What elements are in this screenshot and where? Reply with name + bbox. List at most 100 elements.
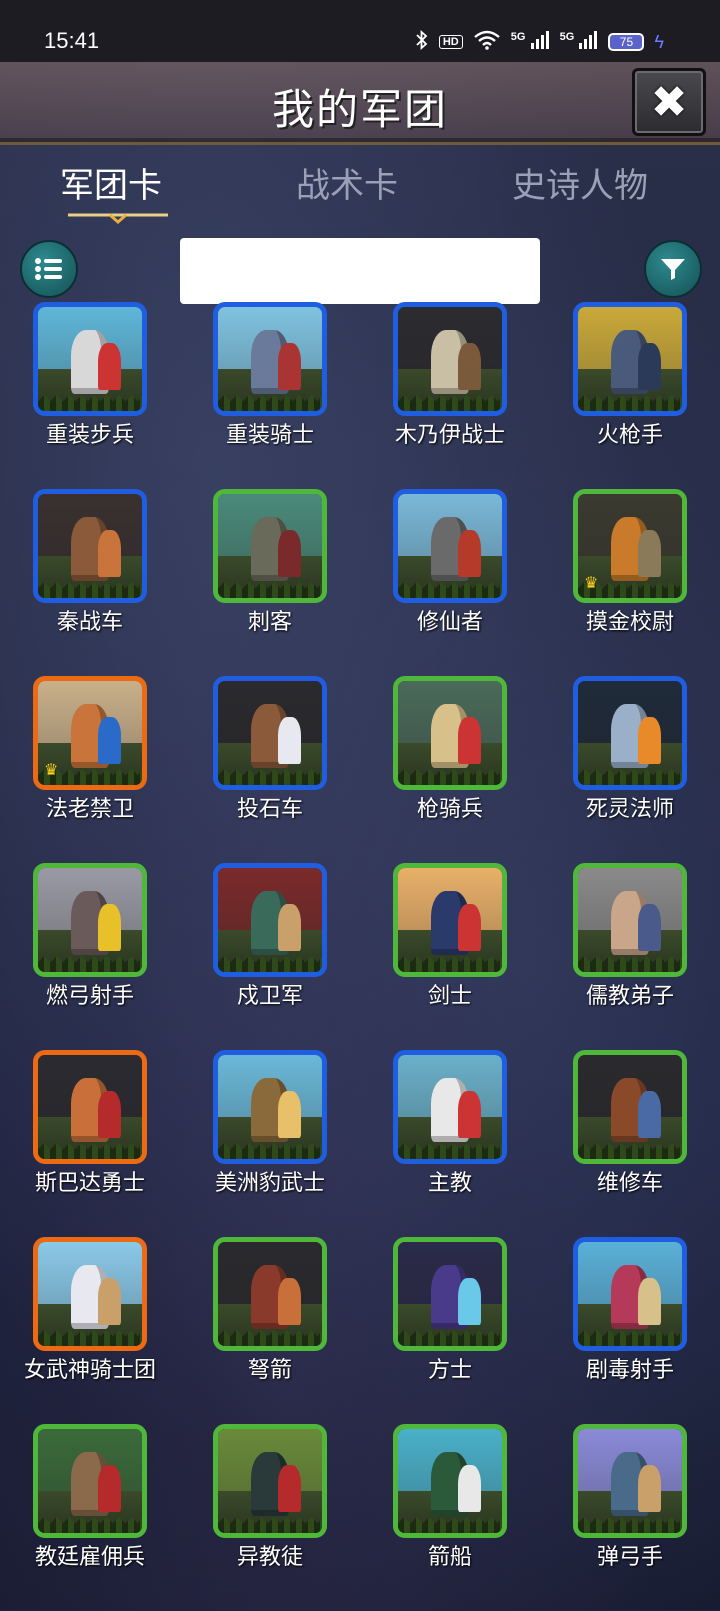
unit-portrait: [578, 307, 682, 411]
search-input[interactable]: [180, 238, 540, 304]
card-portrait-frame: [33, 1424, 147, 1538]
filter-button[interactable]: [644, 240, 702, 298]
unit-card-name: 弩箭: [247, 1358, 292, 1383]
unit-card[interactable]: 枪骑兵: [360, 676, 540, 863]
unit-card[interactable]: 维修车: [540, 1050, 720, 1237]
battery-icon: 75: [608, 33, 645, 51]
unit-card-name: 法老禁卫: [45, 797, 134, 822]
unit-card[interactable]: 美洲豹武士: [180, 1050, 360, 1237]
card-portrait-frame: [213, 676, 327, 790]
unit-portrait: [38, 307, 142, 411]
unit-card[interactable]: 重装骑士: [180, 302, 360, 489]
tab-epic-figures[interactable]: 史诗人物: [512, 158, 648, 207]
unit-card[interactable]: 剑士: [360, 863, 540, 1050]
unit-card[interactable]: 刺客: [180, 489, 360, 676]
filter-icon: [661, 259, 685, 280]
tab-bar: 军团卡 战术卡 史诗人物: [0, 150, 720, 230]
list-view-button[interactable]: [20, 240, 78, 298]
card-portrait-frame: [393, 676, 507, 790]
hd-badge: HD: [438, 35, 463, 49]
unit-portrait: [398, 681, 502, 785]
signal-icon: 5G: [511, 31, 550, 53]
card-portrait-frame: [573, 302, 687, 416]
unit-card[interactable]: 教廷雇佣兵: [0, 1424, 180, 1611]
unit-card-name: 维修车: [596, 1171, 663, 1196]
unit-card[interactable]: 儒教弟子: [540, 863, 720, 1050]
card-portrait-frame: [573, 1050, 687, 1164]
unit-card[interactable]: 异教徒: [180, 1424, 360, 1611]
unit-card[interactable]: ♛ 法老禁卫: [0, 676, 180, 863]
unit-portrait: [218, 1429, 322, 1533]
unit-card-name: 投石车: [236, 797, 303, 822]
page-title: 我的军团: [271, 85, 448, 134]
unit-card[interactable]: 弩箭: [180, 1237, 360, 1424]
unit-card-name: 美洲豹武士: [214, 1171, 325, 1196]
unit-portrait: [578, 1242, 682, 1346]
unit-card-name: 死灵法师: [585, 797, 674, 822]
unit-portrait: [38, 1429, 142, 1533]
card-portrait-frame: [213, 489, 327, 603]
signal-label: 5G: [510, 31, 526, 43]
unit-card-name: 木乃伊战士: [394, 423, 505, 448]
unit-portrait: [578, 868, 682, 972]
unit-portrait: [398, 1429, 502, 1533]
unit-card[interactable]: 修仙者: [360, 489, 540, 676]
card-portrait-frame: [33, 1237, 147, 1351]
unit-card[interactable]: 投石车: [180, 676, 360, 863]
unit-card[interactable]: 燃弓射手: [0, 863, 180, 1050]
unit-portrait: [578, 681, 682, 785]
card-portrait-frame: [573, 1424, 687, 1538]
bluetooth-icon: [415, 29, 429, 54]
unit-card[interactable]: 箭船: [360, 1424, 540, 1611]
list-icon: [35, 258, 62, 280]
unit-portrait: [398, 494, 502, 598]
unit-card-name: 燃弓射手: [45, 984, 134, 1009]
active-tab-indicator: [68, 213, 168, 224]
unit-card-name: 主教: [427, 1171, 472, 1196]
card-portrait-frame: ♛: [33, 676, 147, 790]
card-portrait-frame: [573, 863, 687, 977]
card-portrait-frame: [393, 1050, 507, 1164]
unit-card[interactable]: 方士: [360, 1237, 540, 1424]
unit-card[interactable]: 斯巴达勇士: [0, 1050, 180, 1237]
unit-card-name: 刺客: [247, 610, 292, 635]
unit-card[interactable]: 死灵法师: [540, 676, 720, 863]
unit-card-name: 弹弓手: [596, 1545, 663, 1570]
unit-card-name: 摸金校尉: [585, 610, 674, 635]
unit-card[interactable]: 秦战车: [0, 489, 180, 676]
unit-portrait: [38, 868, 142, 972]
unit-card[interactable]: 剧毒射手: [540, 1237, 720, 1424]
crown-icon: ♛: [44, 760, 59, 779]
unit-card[interactable]: 木乃伊战士: [360, 302, 540, 489]
unit-card-name: 剑士: [427, 984, 472, 1009]
unit-card[interactable]: 戍卫军: [180, 863, 360, 1050]
unit-card[interactable]: ♛ 摸金校尉: [540, 489, 720, 676]
unit-portrait: [218, 1242, 322, 1346]
unit-card[interactable]: 主教: [360, 1050, 540, 1237]
charging-icon: ϟ: [654, 31, 664, 52]
unit-portrait: [38, 1055, 142, 1159]
card-portrait-frame: [393, 863, 507, 977]
unit-card[interactable]: 重装步兵: [0, 302, 180, 489]
card-portrait-frame: [573, 676, 687, 790]
crown-icon: ♛: [584, 573, 599, 592]
card-portrait-frame: [393, 1424, 507, 1538]
status-bar: 15:41 HD 5G 5G 75 ϟ: [0, 0, 720, 62]
unit-card-name: 戍卫军: [236, 984, 303, 1009]
unit-card[interactable]: 女武神骑士团: [0, 1237, 180, 1424]
unit-card-name: 秦战车: [56, 610, 123, 635]
unit-card-name: 重装骑士: [225, 423, 314, 448]
unit-card-name: 儒教弟子: [585, 984, 674, 1009]
tab-legion-cards[interactable]: 军团卡: [60, 158, 162, 207]
unit-portrait: [218, 1055, 322, 1159]
unit-portrait: [38, 494, 142, 598]
unit-card[interactable]: 弹弓手: [540, 1424, 720, 1611]
tab-tactic-cards[interactable]: 战术卡: [296, 158, 398, 207]
close-button[interactable]: ✖: [632, 68, 706, 136]
card-portrait-frame: ♛: [573, 489, 687, 603]
unit-card-name: 女武神骑士团: [23, 1358, 156, 1383]
unit-card[interactable]: 火枪手: [540, 302, 720, 489]
card-portrait-frame: [33, 302, 147, 416]
unit-card-name: 教廷雇佣兵: [34, 1545, 145, 1570]
signal-label: 5G: [559, 31, 575, 43]
